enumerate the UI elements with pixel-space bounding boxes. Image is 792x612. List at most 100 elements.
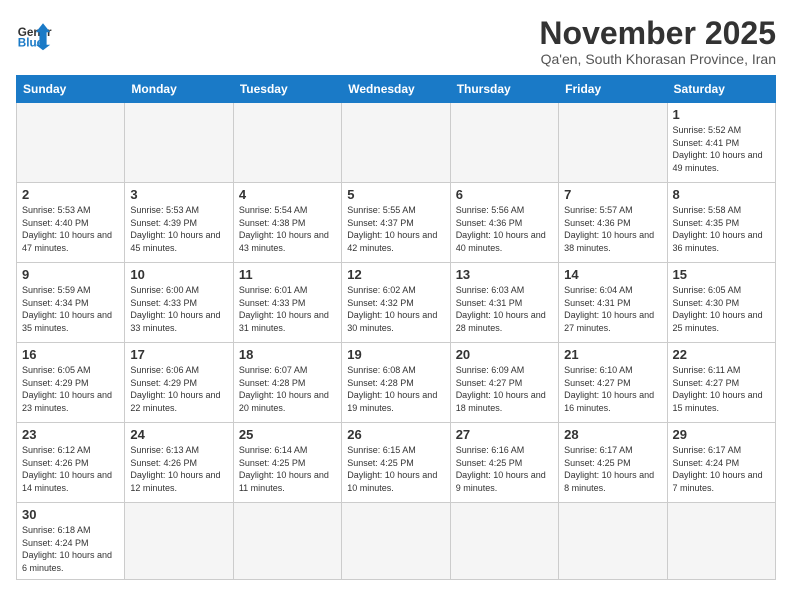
day-info: Sunrise: 5:58 AM Sunset: 4:35 PM Dayligh… bbox=[673, 204, 770, 254]
calendar-cell: 9 Sunrise: 5:59 AM Sunset: 4:34 PM Daylig… bbox=[17, 263, 125, 343]
calendar-cell: 8Sunrise: 5:58 AM Sunset: 4:35 PM Daylig… bbox=[667, 183, 775, 263]
day-number: 4 bbox=[239, 187, 336, 202]
day-number: 2 bbox=[22, 187, 119, 202]
calendar-cell: 18 Sunrise: 6:07 AM Sunset: 4:28 PM Dayli… bbox=[233, 343, 341, 423]
day-info: Sunrise: 6:01 AM Sunset: 4:33 PM Dayligh… bbox=[239, 284, 336, 334]
calendar-cell bbox=[125, 503, 233, 579]
day-info: Sunrise: 6:07 AM Sunset: 4:28 PM Dayligh… bbox=[239, 364, 336, 414]
calendar-week-0: 1 Sunrise: 5:52 AM Sunset: 4:41 PM Daylig… bbox=[17, 103, 776, 183]
calendar-cell bbox=[559, 503, 667, 579]
day-info: Sunrise: 6:08 AM Sunset: 4:28 PM Dayligh… bbox=[347, 364, 444, 414]
page-header: General Blue November 2025 Qa'en, South … bbox=[16, 16, 776, 67]
calendar-cell: 26 Sunrise: 6:15 AM Sunset: 4:25 PM Dayli… bbox=[342, 423, 450, 503]
day-info: Sunrise: 5:52 AM Sunset: 4:41 PM Dayligh… bbox=[673, 124, 770, 174]
day-number: 22 bbox=[673, 347, 770, 362]
calendar-cell bbox=[125, 103, 233, 183]
calendar-cell: 14 Sunrise: 6:04 AM Sunset: 4:31 PM Dayli… bbox=[559, 263, 667, 343]
day-number: 30 bbox=[22, 507, 119, 522]
calendar-cell: 24Sunrise: 6:13 AM Sunset: 4:26 PM Dayli… bbox=[125, 423, 233, 503]
day-number: 1 bbox=[673, 107, 770, 122]
calendar-cell: 16 Sunrise: 6:05 AM Sunset: 4:29 PM Dayli… bbox=[17, 343, 125, 423]
day-info: Sunrise: 5:55 AM Sunset: 4:37 PM Dayligh… bbox=[347, 204, 444, 254]
day-number: 25 bbox=[239, 427, 336, 442]
calendar-cell bbox=[450, 503, 558, 579]
calendar-body: 1 Sunrise: 5:52 AM Sunset: 4:41 PM Daylig… bbox=[17, 103, 776, 579]
header-wednesday: Wednesday bbox=[342, 76, 450, 103]
day-info: Sunrise: 6:05 AM Sunset: 4:29 PM Dayligh… bbox=[22, 364, 119, 414]
calendar-cell: 4 Sunrise: 5:54 AM Sunset: 4:38 PM Daylig… bbox=[233, 183, 341, 263]
calendar-cell: 12Sunrise: 6:02 AM Sunset: 4:32 PM Dayli… bbox=[342, 263, 450, 343]
calendar-subtitle: Qa'en, South Khorasan Province, Iran bbox=[539, 51, 776, 67]
day-number: 17 bbox=[130, 347, 227, 362]
header-tuesday: Tuesday bbox=[233, 76, 341, 103]
calendar-week-4: 23 Sunrise: 6:12 AM Sunset: 4:26 PM Dayli… bbox=[17, 423, 776, 503]
calendar-cell: 23 Sunrise: 6:12 AM Sunset: 4:26 PM Dayli… bbox=[17, 423, 125, 503]
calendar-cell: 20 Sunrise: 6:09 AM Sunset: 4:27 PM Dayli… bbox=[450, 343, 558, 423]
day-info: Sunrise: 6:15 AM Sunset: 4:25 PM Dayligh… bbox=[347, 444, 444, 494]
title-block: November 2025 Qa'en, South Khorasan Prov… bbox=[539, 16, 776, 67]
day-number: 9 bbox=[22, 267, 119, 282]
calendar-cell: 28Sunrise: 6:17 AM Sunset: 4:25 PM Dayli… bbox=[559, 423, 667, 503]
calendar-cell: 13Sunrise: 6:03 AM Sunset: 4:31 PM Dayli… bbox=[450, 263, 558, 343]
calendar-cell: 11 Sunrise: 6:01 AM Sunset: 4:33 PM Dayli… bbox=[233, 263, 341, 343]
calendar-week-2: 9 Sunrise: 5:59 AM Sunset: 4:34 PM Daylig… bbox=[17, 263, 776, 343]
day-number: 3 bbox=[130, 187, 227, 202]
day-number: 14 bbox=[564, 267, 661, 282]
calendar-cell: 22 Sunrise: 6:11 AM Sunset: 4:27 PM Dayli… bbox=[667, 343, 775, 423]
day-info: Sunrise: 5:59 AM Sunset: 4:34 PM Dayligh… bbox=[22, 284, 119, 334]
logo: General Blue bbox=[16, 16, 52, 52]
day-number: 27 bbox=[456, 427, 553, 442]
day-number: 26 bbox=[347, 427, 444, 442]
header-friday: Friday bbox=[559, 76, 667, 103]
day-number: 10 bbox=[130, 267, 227, 282]
calendar-cell: 10 Sunrise: 6:00 AM Sunset: 4:33 PM Dayli… bbox=[125, 263, 233, 343]
calendar-cell: 2 Sunrise: 5:53 AM Sunset: 4:40 PM Daylig… bbox=[17, 183, 125, 263]
calendar-week-5: 30Sunrise: 6:18 AM Sunset: 4:24 PM Dayli… bbox=[17, 503, 776, 579]
day-number: 23 bbox=[22, 427, 119, 442]
day-info: Sunrise: 6:03 AM Sunset: 4:31 PM Dayligh… bbox=[456, 284, 553, 334]
calendar-header: Sunday Monday Tuesday Wednesday Thursday… bbox=[17, 76, 776, 103]
calendar-title: November 2025 bbox=[539, 16, 776, 51]
day-info: Sunrise: 6:00 AM Sunset: 4:33 PM Dayligh… bbox=[130, 284, 227, 334]
header-thursday: Thursday bbox=[450, 76, 558, 103]
day-number: 28 bbox=[564, 427, 661, 442]
calendar-week-1: 2 Sunrise: 5:53 AM Sunset: 4:40 PM Daylig… bbox=[17, 183, 776, 263]
calendar-cell bbox=[342, 103, 450, 183]
logo-icon: General Blue bbox=[16, 16, 52, 52]
calendar-cell: 7 Sunrise: 5:57 AM Sunset: 4:36 PM Daylig… bbox=[559, 183, 667, 263]
day-info: Sunrise: 6:10 AM Sunset: 4:27 PM Dayligh… bbox=[564, 364, 661, 414]
calendar-cell: 15Sunrise: 6:05 AM Sunset: 4:30 PM Dayli… bbox=[667, 263, 775, 343]
day-info: Sunrise: 5:57 AM Sunset: 4:36 PM Dayligh… bbox=[564, 204, 661, 254]
day-info: Sunrise: 6:16 AM Sunset: 4:25 PM Dayligh… bbox=[456, 444, 553, 494]
calendar-cell bbox=[342, 503, 450, 579]
day-info: Sunrise: 6:05 AM Sunset: 4:30 PM Dayligh… bbox=[673, 284, 770, 334]
calendar-cell bbox=[17, 103, 125, 183]
header-sunday: Sunday bbox=[17, 76, 125, 103]
calendar-cell: 25Sunrise: 6:14 AM Sunset: 4:25 PM Dayli… bbox=[233, 423, 341, 503]
calendar-cell bbox=[233, 103, 341, 183]
day-info: Sunrise: 5:56 AM Sunset: 4:36 PM Dayligh… bbox=[456, 204, 553, 254]
day-info: Sunrise: 6:11 AM Sunset: 4:27 PM Dayligh… bbox=[673, 364, 770, 414]
day-info: Sunrise: 6:12 AM Sunset: 4:26 PM Dayligh… bbox=[22, 444, 119, 494]
day-number: 29 bbox=[673, 427, 770, 442]
day-info: Sunrise: 6:06 AM Sunset: 4:29 PM Dayligh… bbox=[130, 364, 227, 414]
calendar-cell bbox=[450, 103, 558, 183]
calendar-cell bbox=[667, 503, 775, 579]
day-info: Sunrise: 6:04 AM Sunset: 4:31 PM Dayligh… bbox=[564, 284, 661, 334]
day-number: 16 bbox=[22, 347, 119, 362]
day-info: Sunrise: 5:54 AM Sunset: 4:38 PM Dayligh… bbox=[239, 204, 336, 254]
day-number: 21 bbox=[564, 347, 661, 362]
calendar-cell: 1 Sunrise: 5:52 AM Sunset: 4:41 PM Daylig… bbox=[667, 103, 775, 183]
day-number: 11 bbox=[239, 267, 336, 282]
day-number: 7 bbox=[564, 187, 661, 202]
calendar-cell bbox=[559, 103, 667, 183]
calendar-cell: 30Sunrise: 6:18 AM Sunset: 4:24 PM Dayli… bbox=[17, 503, 125, 579]
day-number: 12 bbox=[347, 267, 444, 282]
day-number: 18 bbox=[239, 347, 336, 362]
day-info: Sunrise: 5:53 AM Sunset: 4:40 PM Dayligh… bbox=[22, 204, 119, 254]
calendar-week-3: 16 Sunrise: 6:05 AM Sunset: 4:29 PM Dayli… bbox=[17, 343, 776, 423]
calendar-cell: 21 Sunrise: 6:10 AM Sunset: 4:27 PM Dayli… bbox=[559, 343, 667, 423]
header-saturday: Saturday bbox=[667, 76, 775, 103]
day-info: Sunrise: 6:09 AM Sunset: 4:27 PM Dayligh… bbox=[456, 364, 553, 414]
day-number: 20 bbox=[456, 347, 553, 362]
